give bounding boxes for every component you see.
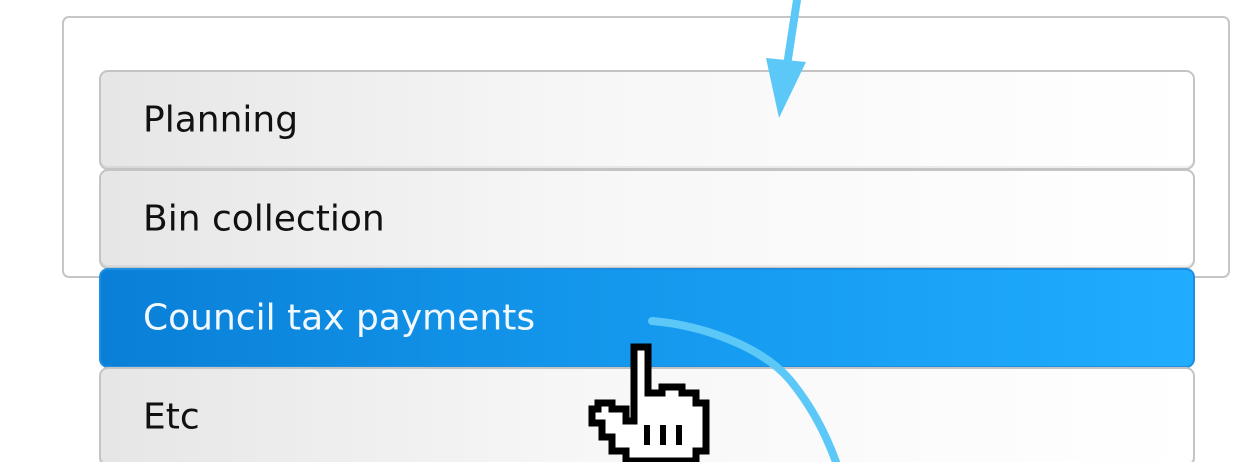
hand-pointer-icon [588,343,710,462]
menu-item-bin-collection[interactable]: Bin collection [99,169,1195,269]
stage: Planning Bin collection Council tax paym… [0,0,1240,462]
menu-item-planning[interactable]: Planning [99,70,1195,170]
menu-item-label: Planning [143,99,299,141]
menu-item-label: Etc [143,396,200,438]
menu-item-label: Council tax payments [143,297,536,339]
menu-item-label: Bin collection [143,198,385,240]
